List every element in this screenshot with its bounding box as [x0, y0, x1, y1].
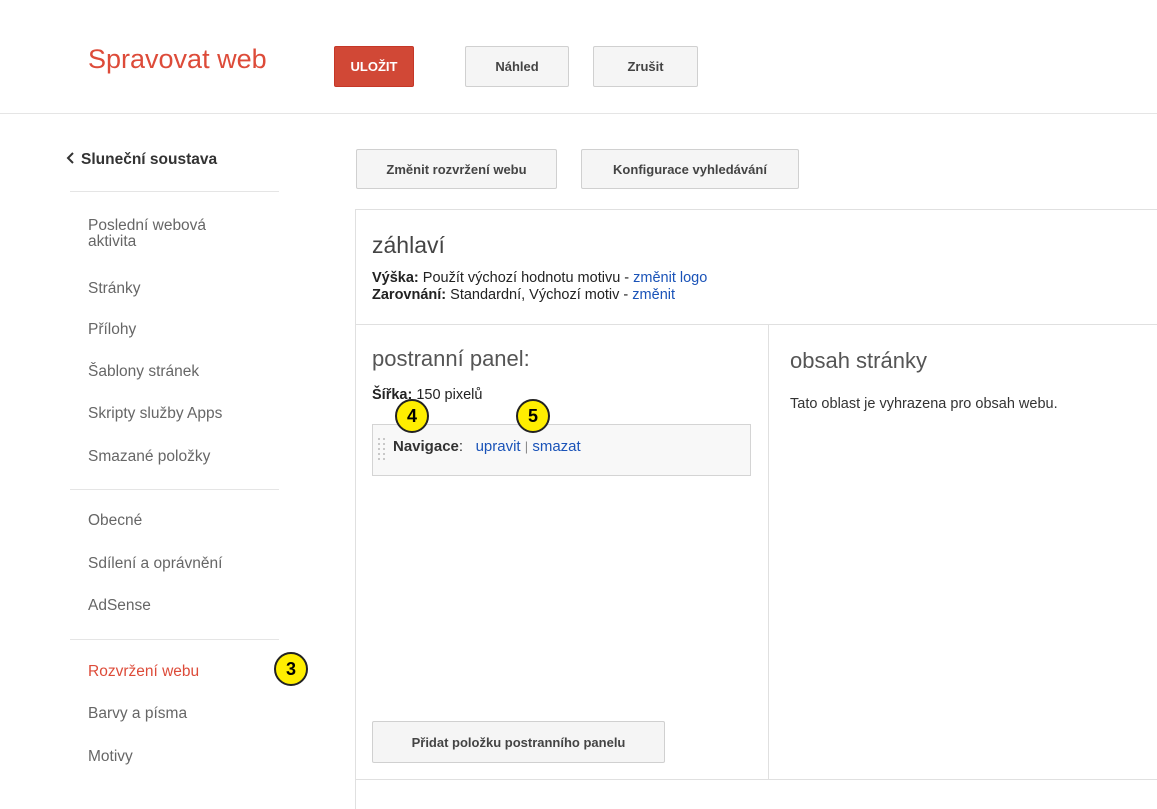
edit-link[interactable]: upravit — [476, 438, 521, 455]
sidebar-divider — [70, 639, 279, 640]
alignment-label: Zarovnání: — [372, 287, 447, 303]
sidebar-item-general[interactable]: Obecné — [88, 512, 142, 530]
sidebar-item-themes[interactable]: Motivy — [88, 748, 133, 766]
sidebar-panel-title: postranní panel: — [372, 346, 530, 371]
chevron-left-icon — [66, 151, 75, 169]
bottom-divider — [356, 779, 1157, 780]
sidebar-divider — [70, 489, 279, 490]
content-panel-description: Tato oblast je vyhrazena pro obsah webu. — [790, 396, 1058, 412]
header-region-divider — [356, 324, 1157, 325]
content-panel-title: obsah stránky — [790, 348, 927, 373]
search-config-button[interactable]: Konfigurace vyhledávání — [581, 149, 799, 189]
sidebar-item-templates[interactable]: Šablony stránek — [88, 363, 199, 381]
sidebar-divider — [70, 191, 279, 192]
sidebar-item-adsense[interactable]: AdSense — [88, 597, 151, 615]
gadget-colon: : — [458, 438, 464, 455]
sidebar-panel-width: Šířka: 150 pixelů — [372, 387, 482, 403]
alignment-value: Standardní, Výchozí motiv - — [446, 287, 633, 303]
sidebar-item-deleted[interactable]: Smazané položky — [88, 448, 210, 466]
layout-header-alignment: Zarovnání: Standardní, Výchozí motiv - z… — [372, 287, 675, 303]
sidebar-item-colors-fonts[interactable]: Barvy a písma — [88, 705, 187, 723]
annotation-badge-5: 5 — [516, 399, 550, 433]
drag-handle-icon[interactable] — [378, 438, 386, 467]
cancel-button[interactable]: Zrušit — [593, 46, 698, 87]
back-link[interactable]: Sluneční soustava — [66, 151, 217, 169]
annotation-badge-4: 4 — [395, 399, 429, 433]
add-sidebar-item-button[interactable]: Přidat položku postranního panelu — [372, 721, 665, 763]
link-separator: | — [524, 439, 529, 454]
layout-header-title: záhlaví — [372, 232, 445, 258]
width-value: 150 pixelů — [412, 387, 483, 403]
sidebar-item-pages[interactable]: Stránky — [88, 280, 141, 298]
gadget-row: Navigace: upravit | smazat — [393, 438, 581, 455]
change-layout-button[interactable]: Změnit rozvržení webu — [356, 149, 557, 189]
annotation-badge-3: 3 — [274, 652, 308, 686]
sidebar-item-layout[interactable]: Rozvržení webu — [88, 663, 199, 681]
sidebar-item-activity[interactable]: Poslední webová aktivita — [88, 218, 206, 250]
page-title: Spravovat web — [88, 44, 267, 74]
column-divider — [768, 325, 769, 780]
sidebar-item-sharing[interactable]: Sdílení a oprávnění — [88, 555, 222, 573]
back-link-label: Sluneční soustava — [81, 151, 218, 168]
preview-button[interactable]: Náhled — [465, 46, 569, 87]
delete-link[interactable]: smazat — [532, 438, 580, 455]
height-value: Použít výchozí hodnotu motivu - — [418, 270, 634, 286]
change-alignment-link[interactable]: změnit — [632, 287, 675, 303]
sidebar-item-attachments[interactable]: Přílohy — [88, 321, 136, 339]
gadget-name: Navigace — [393, 438, 459, 455]
save-button[interactable]: ULOŽIT — [334, 46, 414, 87]
change-logo-link[interactable]: změnit logo — [633, 270, 707, 286]
height-label: Výška: — [372, 270, 419, 286]
layout-header-height: Výška: Použít výchozí hodnotu motivu - z… — [372, 270, 707, 286]
sidebar-item-apps-scripts[interactable]: Skripty služby Apps — [88, 405, 222, 423]
header-divider — [0, 113, 1157, 114]
